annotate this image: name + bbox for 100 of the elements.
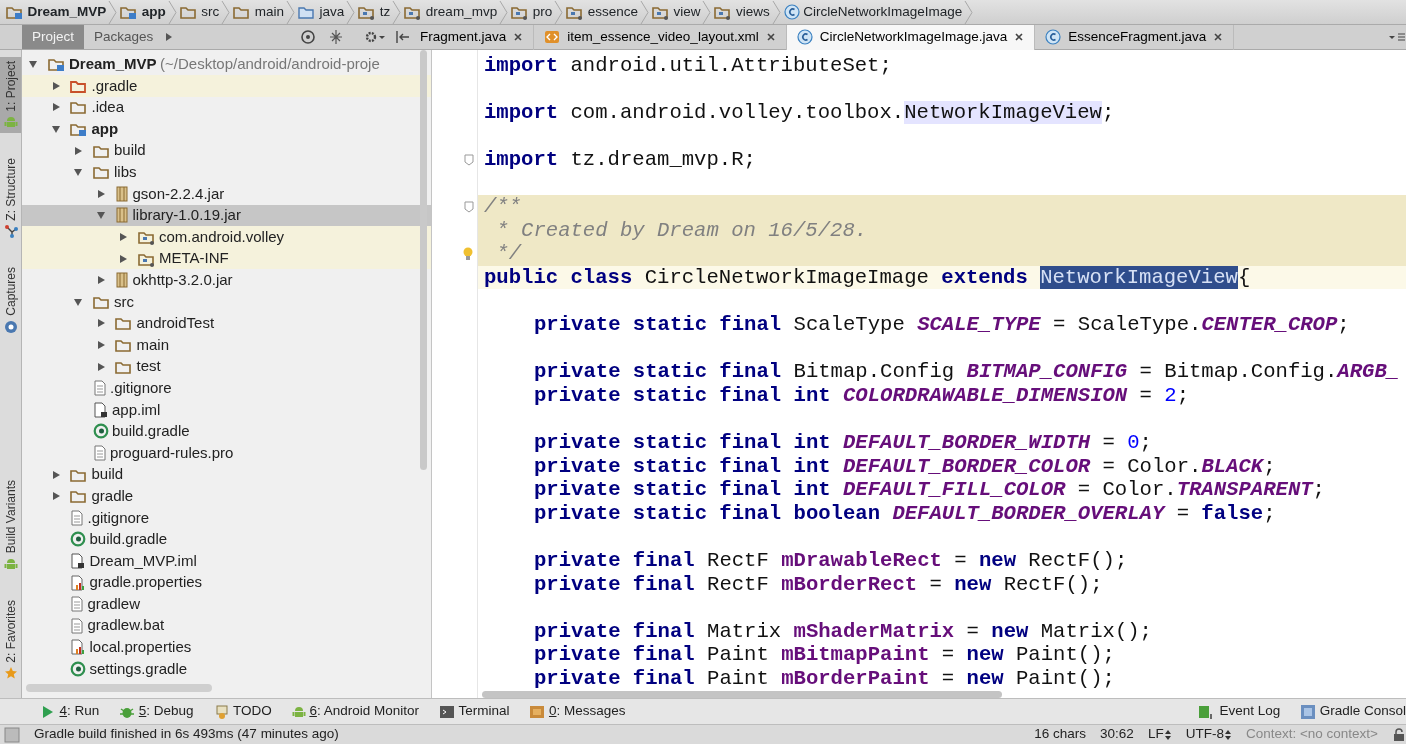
tool-button[interactable]: 0: Messages (519, 701, 636, 722)
xml-file-icon (544, 29, 561, 45)
locked-file-icon (92, 401, 109, 418)
tree-item[interactable]: com.android.volley (22, 226, 431, 248)
breadcrumb-item[interactable]: java (298, 1, 345, 23)
code-line: /** (483, 195, 523, 219)
tree-item[interactable]: .gradle (22, 75, 431, 97)
tree-item[interactable]: .idea (22, 96, 431, 119)
code-line: private static final int COLORDRAWABLE_DIMENSION = 2; (533, 383, 1190, 408)
tree-item[interactable]: app.iml (22, 399, 431, 421)
tree-item[interactable]: main (22, 334, 431, 356)
tool-button[interactable]: Terminal (428, 701, 520, 722)
code-line: private final Paint mBitmapPaint = new Paint(); (533, 643, 1116, 667)
tree-item[interactable]: build.gradle (22, 528, 431, 551)
breadcrumb-item[interactable]: tz (358, 1, 391, 23)
chart-file-icon (70, 639, 86, 656)
breadcrumb-item[interactable]: Dream_MVP (6, 1, 107, 23)
tree-item[interactable]: app (22, 118, 431, 140)
code-line: private static final int DEFAULT_BORDER_COLOR = Color.BLACK; (533, 454, 1277, 479)
tool-button[interactable]: Event Log (1187, 701, 1291, 722)
jar-icon (115, 185, 129, 202)
breadcrumb-item[interactable]: views (714, 1, 770, 23)
tree-item[interactable]: gson-2.2.4.jar (22, 183, 431, 205)
package-icon (566, 4, 585, 20)
locked-file-icon (70, 552, 86, 569)
tool-window-button[interactable]: Captures (0, 263, 21, 338)
editor-tab[interactable]: CircleNetworkImageImage.java (786, 24, 1036, 50)
tree-item[interactable]: .gitignore (22, 506, 431, 529)
file-icon (92, 445, 107, 461)
collapsed-arrow-icon (118, 253, 128, 264)
scrollbar[interactable] (420, 50, 427, 470)
breadcrumb-item[interactable]: view (651, 1, 701, 23)
breadcrumb-item[interactable]: dream_mvp (404, 1, 498, 23)
tree-item[interactable]: src (22, 291, 431, 313)
scrollbar[interactable] (482, 691, 1002, 698)
folder-icon (92, 164, 111, 181)
tree-item[interactable]: local.properties (22, 636, 431, 659)
file-icon (70, 509, 84, 526)
lock-icon (1392, 727, 1406, 742)
code-line: private final RectF mBorderRect = new RectF(); (533, 572, 1104, 597)
breadcrumb-item[interactable]: essence (566, 1, 638, 23)
tool-button[interactable]: 4: Run (30, 701, 110, 722)
code-line: private final RectF mDrawableRect = new RectF(); (533, 548, 1129, 573)
tree-item[interactable]: build.gradle (22, 420, 431, 443)
tree-item[interactable]: settings.gradle (22, 658, 431, 680)
tool-window-button[interactable]: Z: Structure (0, 154, 21, 243)
collapsed-arrow-icon (50, 491, 61, 502)
package-icon (358, 4, 377, 20)
breadcrumb-item[interactable]: src (179, 1, 220, 23)
module-folder-icon (120, 4, 139, 20)
editor-tab[interactable]: Fragment.java (410, 24, 535, 50)
tree-item[interactable]: gradlew.bat (22, 614, 431, 637)
breadcrumb-item[interactable]: main (233, 1, 285, 23)
editor-tab[interactable]: item_essence_video_layout.xml (534, 24, 787, 50)
close-icon (1014, 32, 1025, 42)
camera-icon (3, 319, 18, 334)
terminal-icon (438, 703, 455, 720)
tree-item[interactable]: gradle.properties (22, 571, 431, 594)
tool-window-button[interactable]: 2: Favorites (0, 595, 21, 684)
expanded-arrow-icon (73, 296, 83, 307)
tree-item[interactable]: okhttp-3.2.0.jar (22, 269, 431, 292)
tab-list-icon (1388, 31, 1406, 43)
tool-window-button[interactable]: 1: Project (0, 57, 21, 134)
tree-item[interactable]: proguard-rules.pro (22, 442, 431, 464)
tree-item[interactable]: Dream_MVP.iml (22, 550, 431, 572)
tree-item[interactable]: build (22, 463, 431, 486)
file-icon (92, 380, 107, 397)
tree-item[interactable]: libs (22, 161, 431, 184)
tree-item[interactable]: library-1.0.19.jar (22, 204, 431, 227)
tool-button[interactable]: TODO (203, 701, 282, 722)
panel-tab[interactable]: Packages (84, 25, 164, 49)
tool-button[interactable]: 5: Debug (109, 701, 204, 722)
editor-tab[interactable]: EssenceFragment.java (1035, 24, 1235, 50)
code-line: * Created by Dream on 16/5/28. (495, 218, 869, 243)
tree-item[interactable]: .gitignore (22, 377, 431, 399)
breadcrumb-item[interactable]: app (120, 1, 166, 23)
updown-icon (1163, 728, 1172, 741)
encoding[interactable]: UTF-8 (1185, 724, 1232, 744)
caret-position[interactable]: 30:62 (1100, 724, 1134, 744)
tree-item[interactable]: gradlew (22, 593, 431, 615)
collapsed-arrow-icon (95, 275, 106, 286)
expanded-arrow-icon (28, 59, 38, 70)
line-separator[interactable]: LF (1147, 724, 1172, 744)
tree-item[interactable]: gradle (22, 485, 431, 507)
tool-button[interactable]: Gradle Consol (1290, 701, 1406, 722)
collapsed-arrow-icon (118, 232, 128, 243)
scrollbar[interactable] (26, 684, 212, 692)
tree-item[interactable]: androidTest (22, 312, 431, 335)
folder-icon (298, 4, 317, 20)
tool-window-button[interactable]: Build Variants (0, 476, 21, 575)
tree-item[interactable]: test (22, 355, 431, 378)
settings-icon (364, 29, 386, 45)
collapsed-arrow-icon (95, 318, 106, 329)
tree-item[interactable]: build (22, 139, 431, 162)
tool-button[interactable]: 6: Android Monitor (281, 701, 429, 722)
expanded-arrow-icon (73, 167, 83, 178)
code-line: */ (495, 242, 523, 266)
tree-item[interactable]: Dream_MVP (~/Desktop/android/android-proje (22, 53, 431, 76)
breadcrumb-item[interactable]: pro (511, 1, 553, 23)
breadcrumb-item[interactable]: CircleNetworkImageImage (783, 1, 963, 23)
